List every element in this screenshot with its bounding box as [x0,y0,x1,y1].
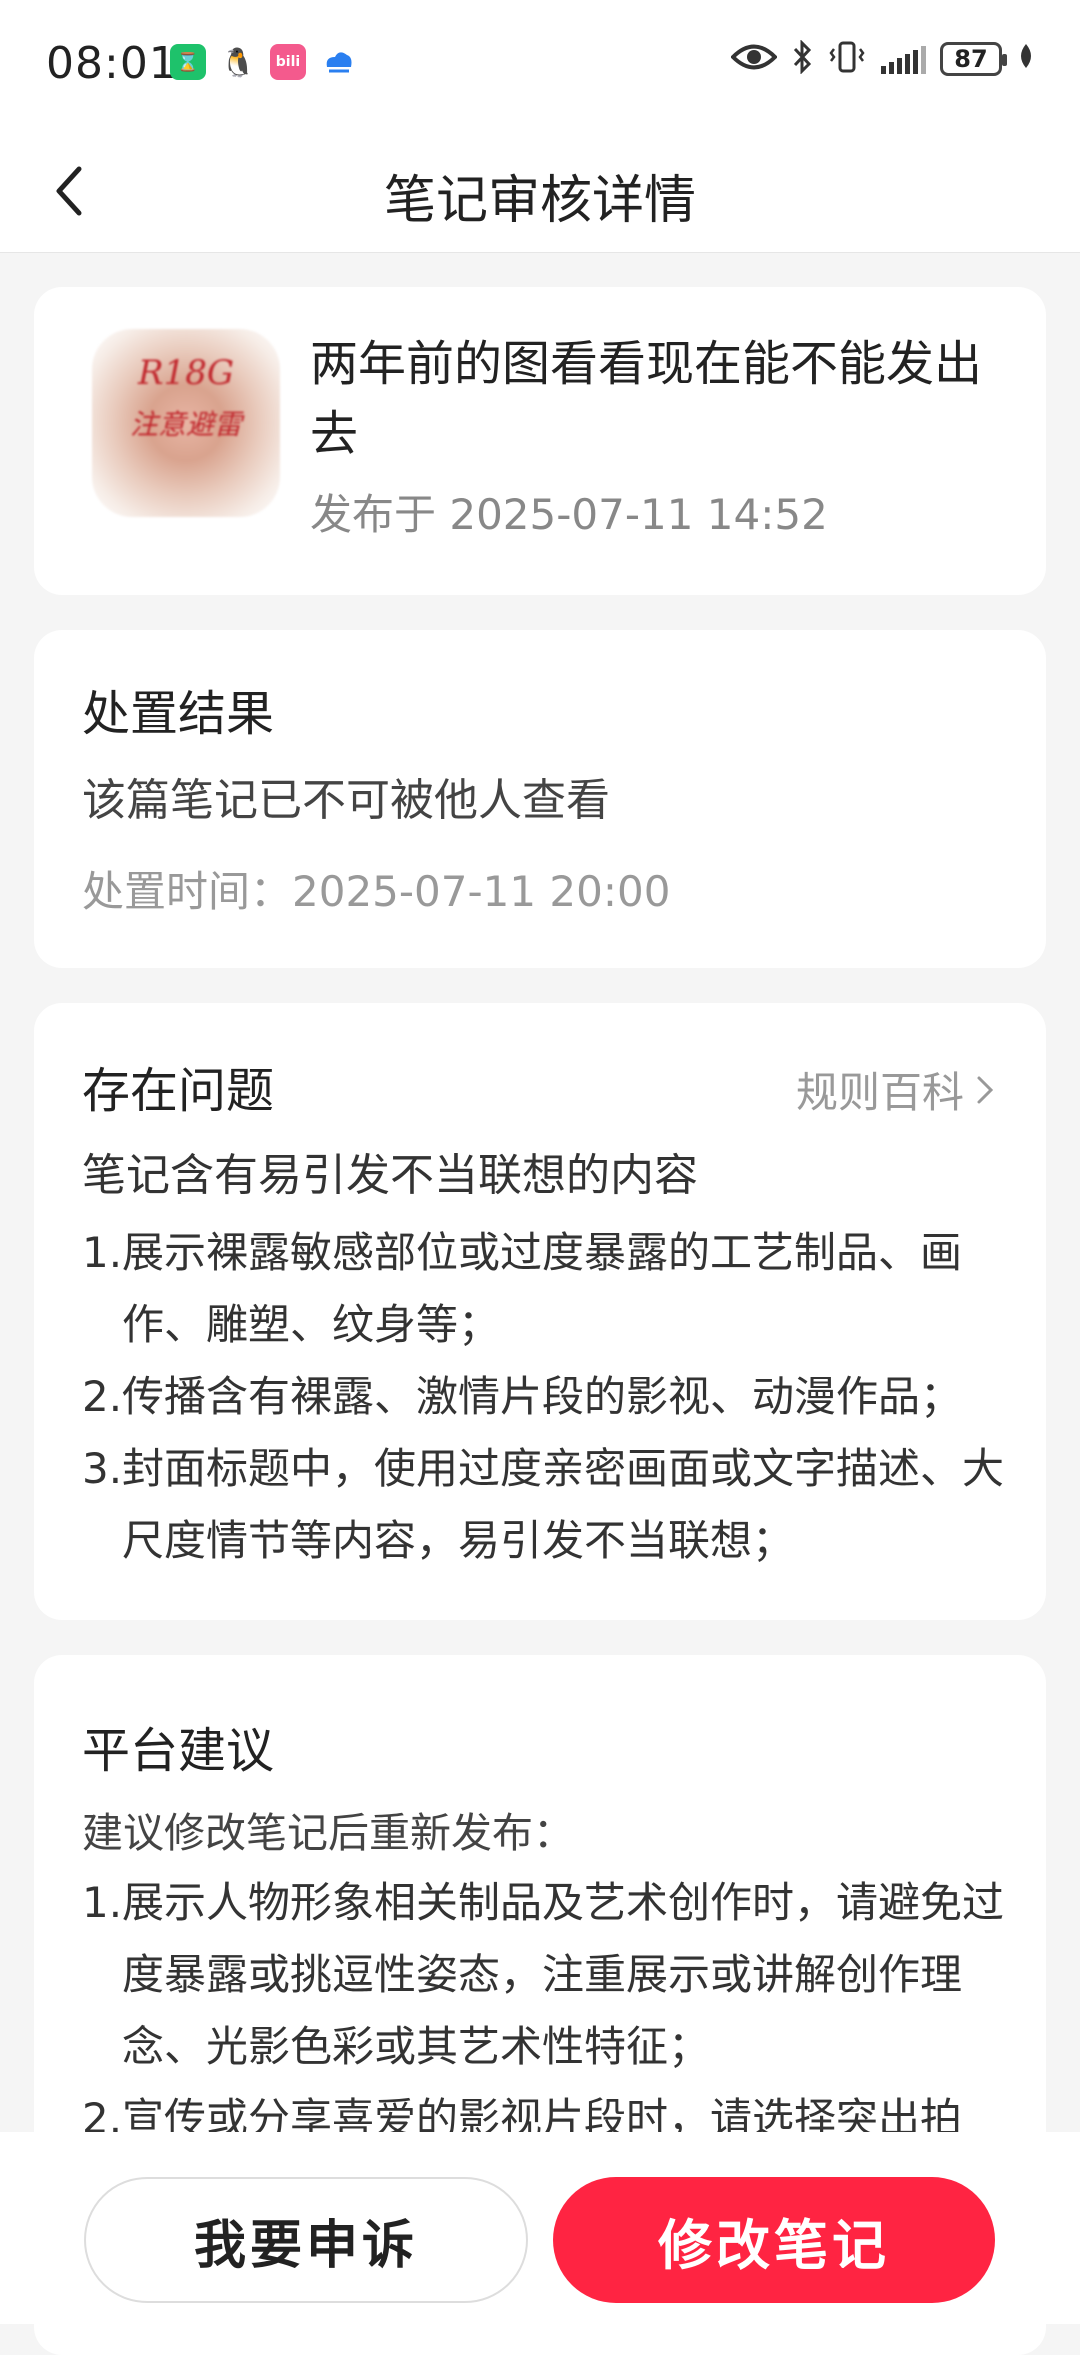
page-title: 笔记审核详情 [383,171,696,231]
status-app-icons: ⌛ 🐧 bili [170,44,356,80]
eye-icon [730,42,778,76]
status-right: 87 [730,39,1036,78]
problem-item: 2. 传播含有裸露、激情片段的影视、动漫作品； [82,1361,1012,1433]
battery-level: 87 [954,45,988,73]
problem-item-text: 展示裸露敏感部位或过度暴露的工艺制品、画作、雕塑、纹身等； [122,1228,963,1349]
signal-icon [881,44,926,74]
problem-item-text: 封面标题中，使用过度亲密画面或文字描述、大尺度情节等内容，易引发不当联想； [122,1444,1005,1565]
note-title: 两年前的图看看现在能不能发出去 [310,336,983,462]
note-card[interactable]: R18G 注意避雷 两年前的图看看现在能不能发出去 发布于 2025-07-11… [34,287,1046,595]
hourglass-app-icon: ⌛ [170,44,206,80]
problem-card: 存在问题 规则百科 笔记含有易引发不当联想的内容 1. 展示裸露敏感部位或过度暴… [34,1003,1046,1620]
problem-item-number: 3. [82,1444,123,1493]
cloud-app-icon [320,44,356,80]
status-bar: 08:01 ⌛ 🐧 bili 87 [0,0,1080,130]
result-card: 处置结果 该篇笔记已不可被他人查看 处置时间：2025-07-11 20:00 [34,630,1046,968]
vibrate-icon [827,40,867,78]
advice-heading: 平台建议 [82,1723,275,1779]
problem-summary: 笔记含有易引发不当联想的内容 [82,1150,698,1201]
status-time: 08:01 [46,38,178,89]
chevron-right-icon [977,1076,994,1103]
edit-note-button[interactable]: 修改笔记 [553,2177,995,2303]
bluetooth-icon [791,39,813,78]
problem-item-number: 1. [82,1228,123,1277]
rule-link-label: 规则百科 [795,1068,964,1117]
note-thumbnail[interactable]: R18G 注意避雷 [92,329,280,517]
thumbnail-text-line2: 注意避雷 [129,408,242,441]
leaf-icon [1016,42,1036,76]
bilibili-icon: bili [270,44,306,80]
result-heading: 处置结果 [82,686,275,742]
result-time: 处置时间：2025-07-11 20:00 [82,867,671,916]
problem-item-number: 2. [82,1372,123,1421]
problem-item: 3. 封面标题中，使用过度亲密画面或文字描述、大尺度情节等内容，易引发不当联想； [82,1433,1012,1577]
battery-icon: 87 [940,42,1007,76]
advice-item-text: 展示人物形象相关制品及艺术创作时，请避免过度暴露或挑逗性姿态，注重展示或讲解创作… [122,1878,1005,2071]
appeal-button[interactable]: 我要申诉 [84,2177,528,2303]
advice-intro: 建议修改笔记后重新发布： [82,1809,574,1857]
problem-item: 1. 展示裸露敏感部位或过度暴露的工艺制品、画作、雕塑、纹身等； [82,1217,1012,1361]
advice-item-number: 1. [82,1878,123,1927]
result-text: 该篇笔记已不可被他人查看 [82,775,610,826]
problem-heading: 存在问题 [82,1063,275,1119]
bottom-action-bar: 我要申诉 修改笔记 [0,2132,1080,2324]
problem-item-text: 传播含有裸露、激情片段的影视、动漫作品； [122,1372,963,1421]
advice-item: 1. 展示人物形象相关制品及艺术创作时，请避免过度暴露或挑逗性姿态，注重展示或讲… [82,1867,1012,2083]
qq-penguin-icon: 🐧 [220,44,256,80]
nav-bar: 笔记审核详情 [0,130,1080,253]
note-publish-date: 发布于 2025-07-11 14:52 [310,490,828,539]
thumbnail-text-line1: R18G [137,353,235,393]
rule-encyclopedia-link[interactable]: 规则百科 [796,1059,994,1120]
